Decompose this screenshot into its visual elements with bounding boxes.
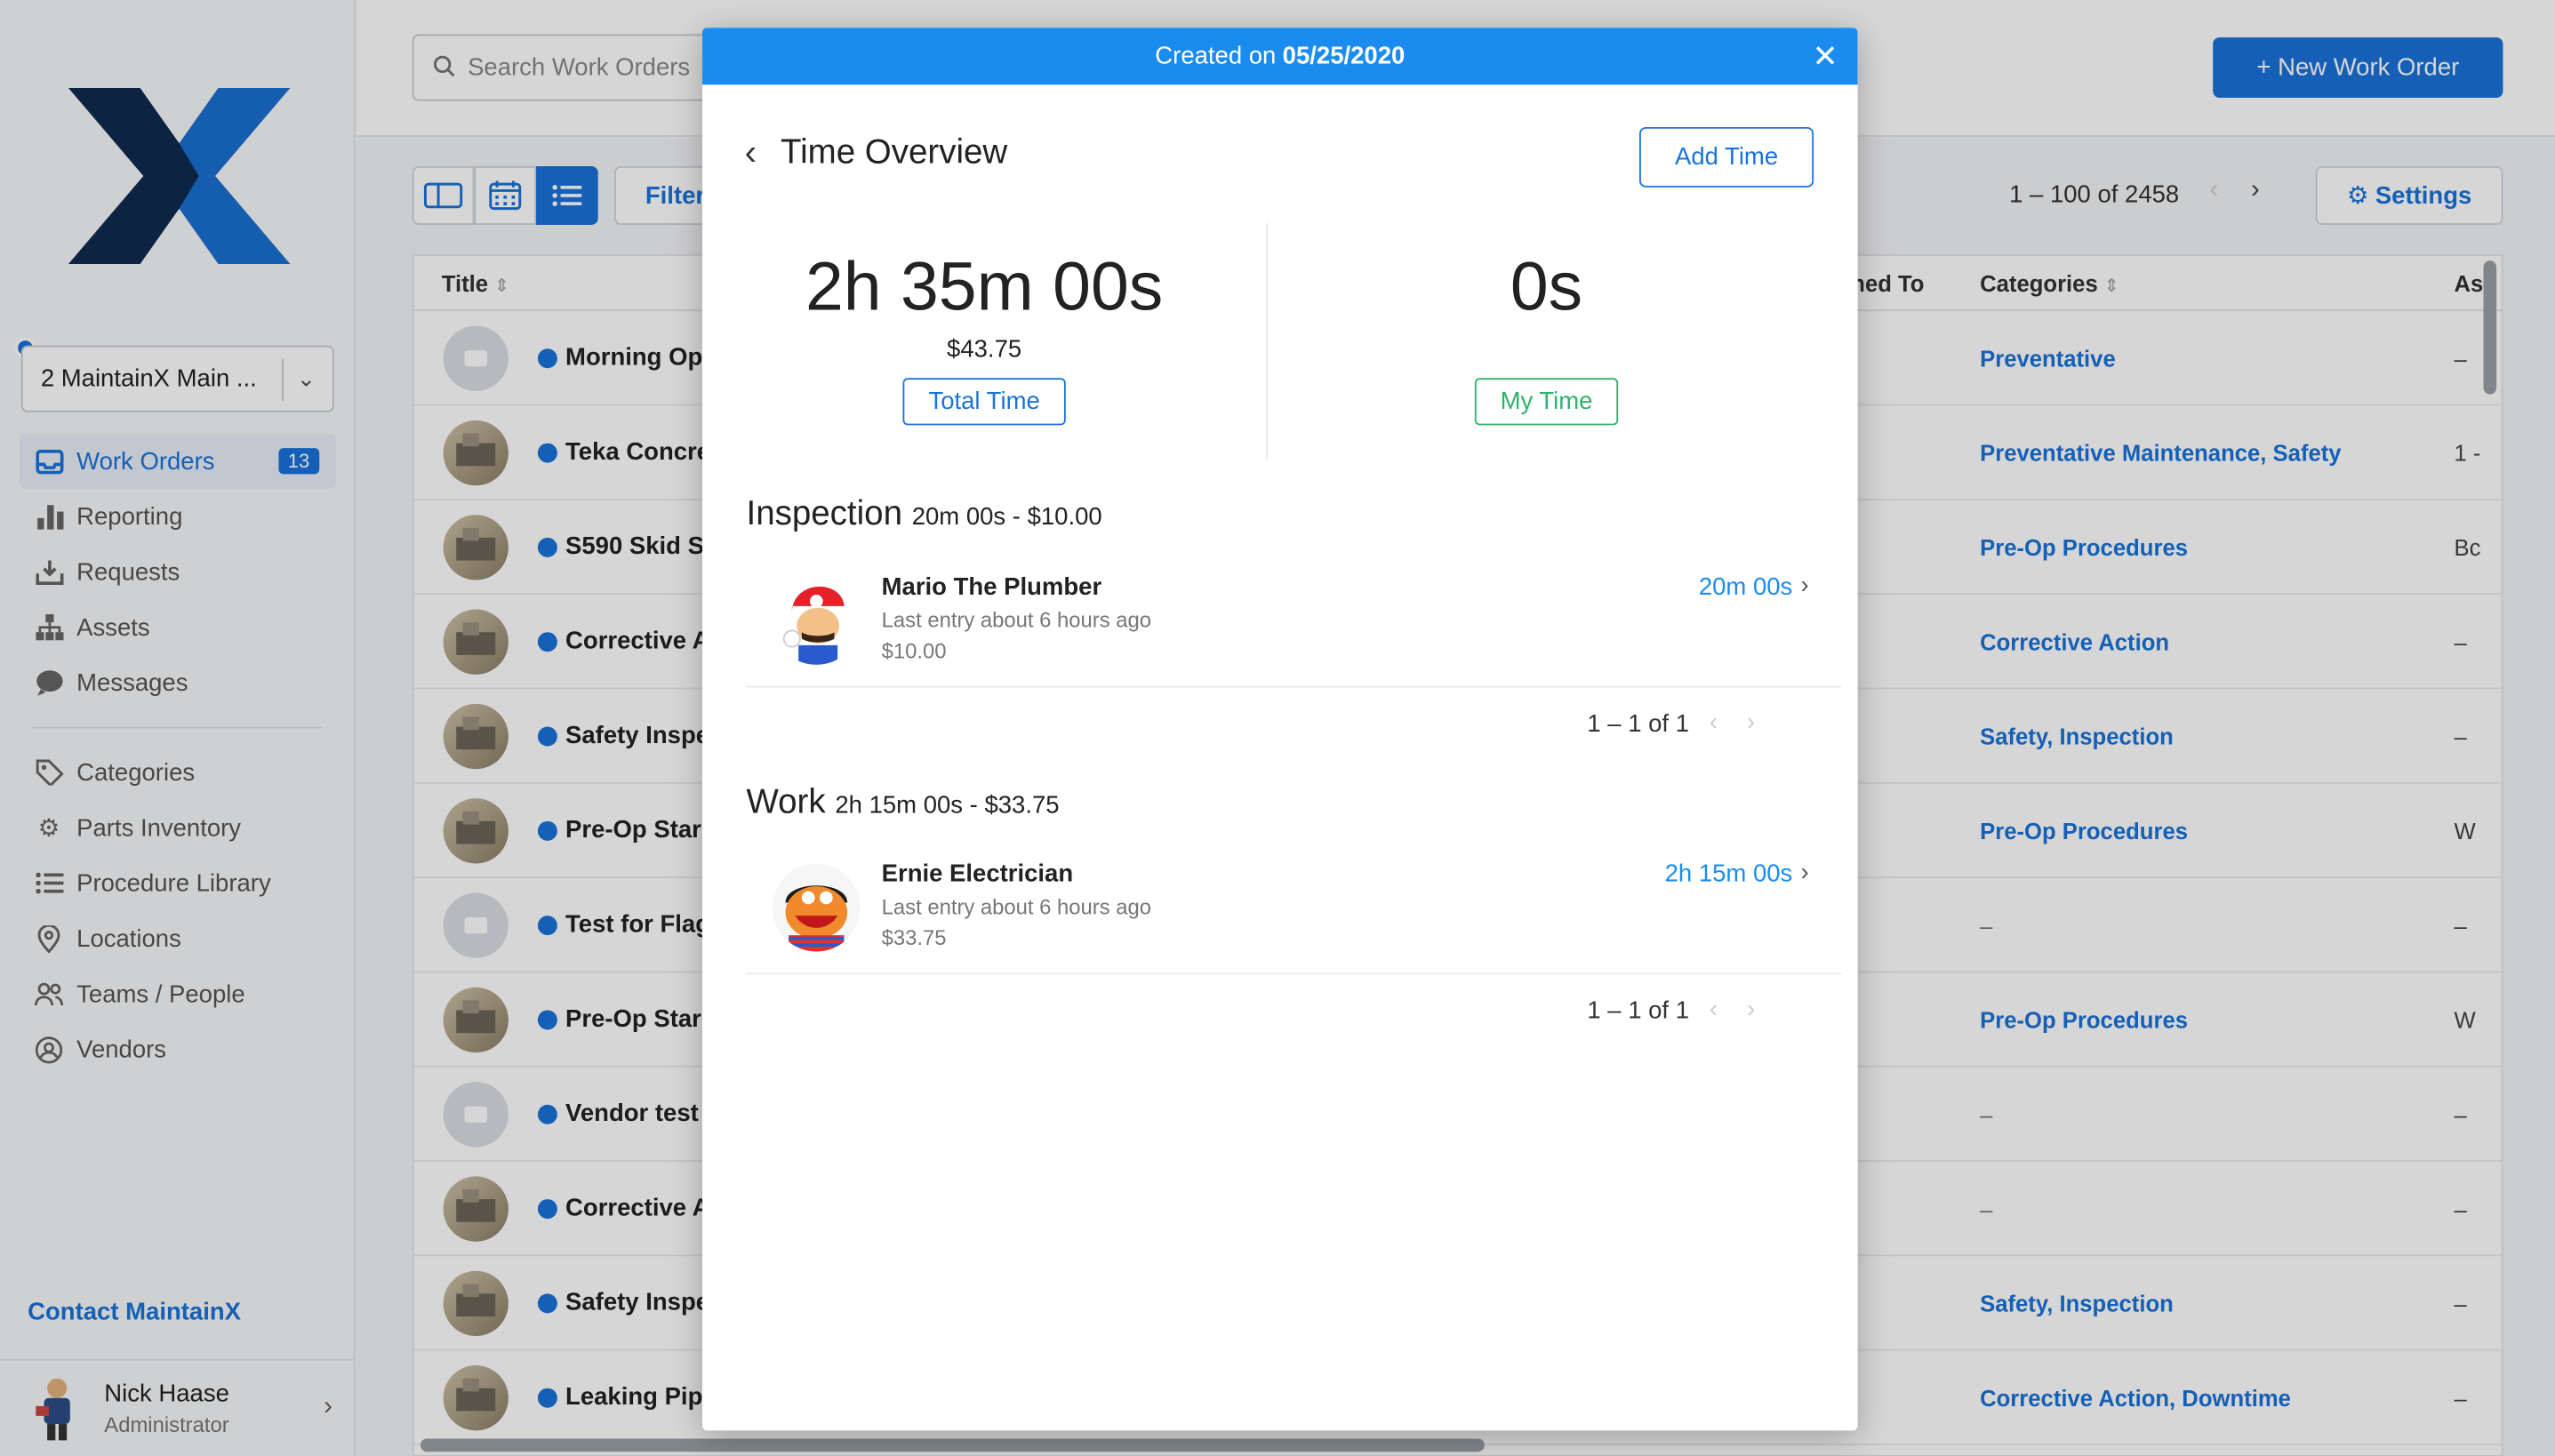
section-summary: 2h 15m 00s - $33.75	[835, 791, 1060, 820]
modal-header: Created on 05/25/2020 ✕	[702, 28, 1858, 85]
chevron-right-icon: ›	[1800, 858, 1809, 887]
time-entry-row[interactable]: Ernie Electrician Last entry about 6 hou…	[746, 857, 1842, 975]
section-pager-arrows-icon[interactable]: ‹›	[1710, 708, 1784, 736]
entry-cost: $33.75	[881, 925, 947, 950]
my-time-tab[interactable]: My Time	[1474, 378, 1619, 426]
entry-last-entry: Last entry about 6 hours ago	[881, 607, 1152, 633]
section-title-work: Work 2h 15m 00s - $33.75	[746, 783, 1060, 821]
my-time-value: 0s	[1510, 247, 1583, 324]
entry-user-name: Mario The Plumber	[881, 573, 1102, 602]
section-pager-arrows-icon[interactable]: ‹›	[1710, 996, 1784, 1023]
back-chevron-icon[interactable]: ‹	[745, 132, 757, 174]
add-time-button[interactable]: Add Time	[1638, 126, 1814, 188]
section-summary: 20m 00s - $10.00	[911, 503, 1102, 532]
app-root: 2 MaintainX Main ... ⌄ Work Orders 13 Re…	[0, 0, 2555, 1456]
section-pager-text: 1 – 1 of 1	[1587, 996, 1690, 1025]
modal-title: Time Overview	[781, 133, 1008, 172]
user-avatar-icon	[772, 576, 861, 665]
created-label: Created on	[1155, 42, 1277, 70]
section-title-inspection: Inspection 20m 00s - $10.00	[746, 495, 1102, 533]
entry-duration: 20m 00s	[1698, 573, 1793, 602]
total-time-tab[interactable]: Total Time	[902, 378, 1067, 426]
total-time-value: 2h 35m 00s	[805, 247, 1164, 324]
section-pager-text: 1 – 1 of 1	[1587, 710, 1690, 739]
entry-user-name: Ernie Electrician	[881, 860, 1074, 888]
close-icon[interactable]: ✕	[1812, 39, 1838, 76]
total-time-panel: 2h 35m 00s $43.75 Total Time	[740, 248, 1229, 426]
time-overview-modal: Created on 05/25/2020 ✕ ‹ Time Overview …	[702, 28, 1858, 1431]
chevron-right-icon: ›	[1800, 572, 1809, 600]
entry-last-entry: Last entry about 6 hours ago	[881, 894, 1152, 919]
my-time-panel: 0s . My Time	[1302, 248, 1791, 426]
created-date: 05/25/2020	[1282, 42, 1406, 70]
divider	[1266, 223, 1269, 460]
user-avatar-icon	[772, 863, 861, 952]
time-entry-row[interactable]: Mario The Plumber Last entry about 6 hou…	[746, 571, 1842, 688]
entry-cost: $10.00	[881, 638, 947, 664]
total-cost-value: $43.75	[947, 335, 1022, 364]
entry-duration: 2h 15m 00s	[1664, 860, 1793, 888]
